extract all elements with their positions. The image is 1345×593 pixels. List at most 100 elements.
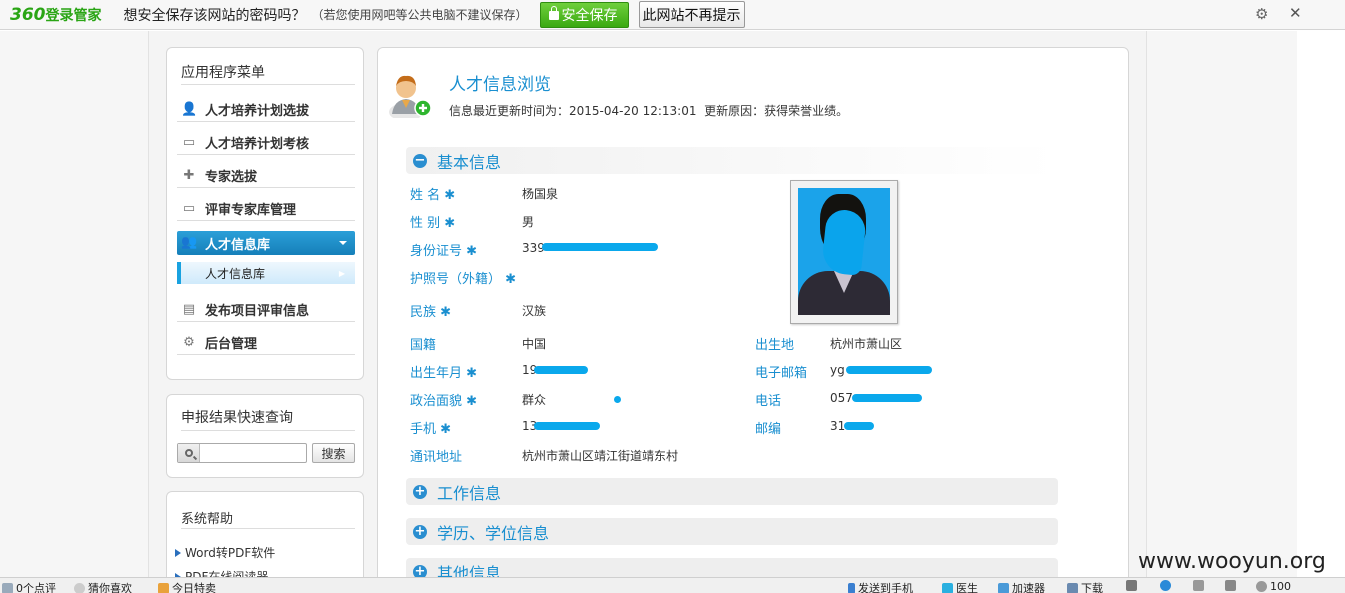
settings-gear-icon[interactable]: ⚙ [1255, 6, 1271, 22]
save-password-hint: （若您使用网吧等公共电脑不建议保存） [311, 8, 528, 22]
watermark-text: www.wooyun.org [1138, 549, 1326, 574]
redaction-mark [614, 396, 621, 403]
status-today-sale[interactable]: 今日特卖 [158, 580, 216, 593]
monitor-icon: ▭ [182, 200, 196, 216]
menu-item-talent-database[interactable]: 👥 人才信息库 [177, 231, 355, 255]
status-games-icon[interactable] [1126, 580, 1140, 591]
redaction-mark [846, 366, 932, 374]
status-download[interactable]: 下载 [1067, 580, 1103, 593]
expand-icon: + [413, 483, 427, 499]
label-id-number: 身份证号 ✱ [410, 244, 478, 259]
chevron-right-icon: ▶ [338, 268, 345, 278]
gamepad-icon [1126, 580, 1137, 591]
label-address: 通讯地址 [410, 450, 463, 465]
main-content-panel: 人才信息浏览 信息最近更新时间为：2015-04-20 12:13:01 更新原… [377, 47, 1129, 593]
browser-status-bar: 0个点评 猜你喜欢 今日特卖 发送到手机 医生 加速器 下载 100 [0, 577, 1345, 593]
label-passport: 护照号（外籍） ✱ [410, 272, 517, 287]
app-menu-title: 应用程序菜单 [181, 65, 265, 81]
label-birth-date: 出生年月 ✱ [410, 366, 478, 381]
menu-item-expert-library[interactable]: ▭ 评审专家库管理 [177, 197, 355, 221]
document-icon: ▤ [182, 301, 196, 317]
section-work-info[interactable]: + 工作信息 [406, 478, 1058, 505]
collapse-icon: − [413, 152, 427, 168]
status-pages-icon[interactable] [1193, 580, 1207, 591]
monitor-icon: ▭ [182, 134, 196, 150]
status-volume-icon[interactable] [1225, 580, 1239, 591]
label-birthplace: 出生地 [755, 338, 795, 353]
status-send-to-phone[interactable]: 发送到手机 [848, 580, 913, 593]
value-email: yg [830, 363, 845, 377]
redaction-mark [534, 422, 600, 430]
quick-query-title: 申报结果快速查询 [181, 410, 293, 426]
status-doctor[interactable]: 医生 [942, 580, 978, 593]
puzzle-icon: ✚ [183, 167, 195, 183]
status-comments[interactable]: 0个点评 [2, 580, 56, 593]
search-field [177, 443, 307, 463]
status-zoom[interactable]: 100 [1256, 580, 1291, 593]
submenu-item-talent-database[interactable]: 人才信息库 ▶ [177, 262, 355, 284]
profile-photo [790, 180, 898, 324]
menu-item-admin[interactable]: ⚙ 后台管理 [177, 331, 355, 355]
phone-icon [848, 582, 855, 593]
right-margin [1297, 31, 1345, 577]
page-title: 人才信息浏览 [449, 75, 551, 95]
360-logo: 360登录管家 [10, 4, 102, 25]
update-time: 2015-04-20 12:13:01 [569, 104, 697, 118]
redaction-mark [844, 422, 874, 430]
value-postcode: 31 [830, 419, 846, 433]
redaction-mark [542, 243, 658, 251]
value-phone: 057 [830, 391, 853, 405]
search-button[interactable]: 搜索 [312, 443, 355, 463]
lock-icon [548, 6, 559, 20]
close-icon[interactable]: ✕ [1289, 5, 1302, 21]
volume-icon [1225, 580, 1236, 591]
label-email: 电子邮箱 [755, 366, 808, 381]
gear-icon: ⚙ [183, 334, 195, 350]
update-reason: 获得荣誉业绩。 [764, 104, 849, 118]
help-link-word-to-pdf[interactable]: Word转PDF软件 [175, 544, 275, 561]
safe-save-button[interactable]: 安全保存 [539, 1, 629, 28]
label-gender: 性 别 ✱ [410, 216, 456, 231]
redaction-mark [534, 366, 588, 374]
menu-item-expert-selection[interactable]: ✚ 专家选拔 [177, 164, 355, 188]
label-political: 政治面貌 ✱ [410, 394, 478, 409]
value-name: 杨国泉 [522, 187, 559, 201]
expand-icon: + [413, 523, 427, 539]
value-nationality: 中国 [522, 337, 547, 351]
status-guess-you-like[interactable]: 猜你喜欢 [74, 580, 132, 593]
status-accelerator[interactable]: 加速器 [998, 580, 1045, 593]
search-icon [178, 444, 200, 462]
comment-icon [2, 582, 13, 593]
password-save-bar: 360登录管家 想安全保存该网站的密码吗？ （若您使用网吧等公共电脑不建议保存）… [0, 0, 1345, 30]
never-prompt-button[interactable]: 此网站不再提示 [638, 1, 745, 28]
system-help-panel: 系统帮助 Word转PDF软件 PDF在线阅读器 [166, 491, 364, 591]
redaction-mark [852, 394, 922, 402]
system-help-title: 系统帮助 [181, 512, 234, 527]
chevron-down-icon [339, 241, 347, 245]
app-menu-panel: 应用程序菜单 👤 人才培养计划选拔 ▭ 人才培养计划考核 ✚ 专家选拔 ▭ 评审… [166, 47, 364, 380]
save-password-question: 想安全保存该网站的密码吗？ [123, 7, 306, 24]
zoom-icon [1256, 581, 1267, 592]
value-ethnicity: 汉族 [522, 304, 547, 318]
users-icon: 👥 [181, 235, 198, 250]
menu-item-talent-assessment[interactable]: ▭ 人才培养计划考核 [177, 131, 355, 155]
label-phone: 电话 [755, 394, 782, 409]
add-user-icon [389, 75, 432, 118]
rocket-icon [998, 582, 1009, 593]
section-basic-info[interactable]: − 基本信息 [406, 147, 1058, 174]
search-input[interactable] [203, 445, 303, 461]
value-political: 群众 [522, 393, 547, 407]
menu-item-talent-selection[interactable]: 👤 人才培养计划选拔 [177, 98, 355, 122]
label-postcode: 邮编 [755, 422, 782, 437]
section-education-info[interactable]: + 学历、学位信息 [406, 518, 1058, 545]
label-ethnicity: 民族 ✱ [410, 305, 452, 320]
menu-item-publish-review[interactable]: ▤ 发布项目评审信息 [177, 298, 355, 322]
shield-icon [942, 582, 953, 593]
value-birthplace: 杭州市萧山区 [830, 337, 903, 351]
download-icon [1067, 582, 1078, 593]
arrow-right-icon [175, 548, 181, 557]
label-name: 姓 名 ✱ [410, 188, 456, 203]
content-frame: 应用程序菜单 👤 人才培养计划选拔 ▭ 人才培养计划考核 ✚ 专家选拔 ▭ 评审… [148, 31, 1147, 593]
status-ie-icon[interactable] [1160, 580, 1174, 591]
quick-query-panel: 申报结果快速查询 搜索 [166, 394, 364, 478]
